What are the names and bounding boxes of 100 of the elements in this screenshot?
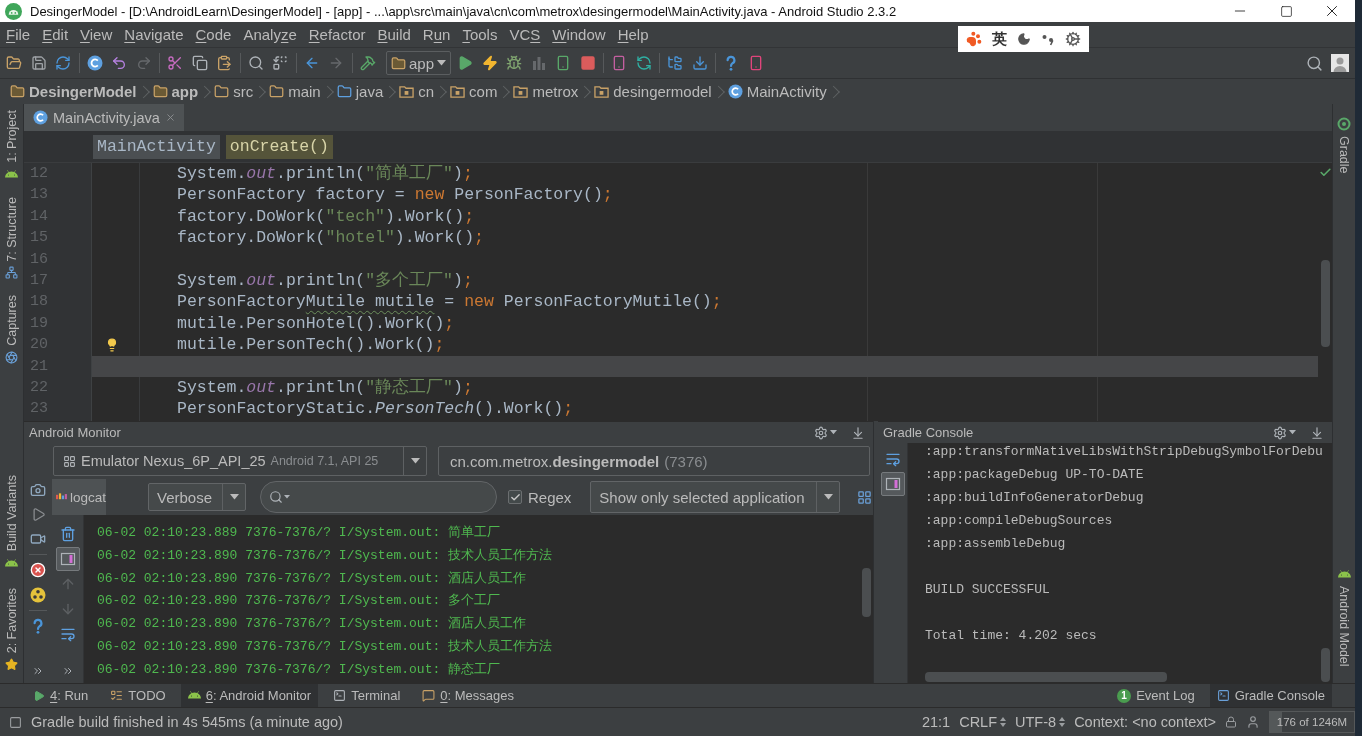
tool-window-button[interactable]: 0: Messages: [415, 684, 521, 707]
gear-icon[interactable]: [814, 425, 828, 440]
lightning-icon[interactable]: [481, 55, 498, 71]
line-separator-selector[interactable]: CRLF: [959, 714, 1007, 730]
menu-item[interactable]: File: [0, 26, 37, 43]
search-icon[interactable]: [1306, 54, 1323, 72]
menu-item[interactable]: Edit: [36, 26, 75, 43]
menu-item[interactable]: Navigate: [118, 26, 190, 43]
tool-window-button[interactable]: Captures: [4, 293, 19, 367]
editor-tab[interactable]: MainActivity.java: [24, 104, 184, 131]
download-icon[interactable]: [691, 55, 708, 71]
tool-window-button[interactable]: Terminal: [326, 684, 408, 707]
scrollbar[interactable]: [862, 568, 871, 617]
run-icon[interactable]: [457, 55, 474, 71]
camera-icon[interactable]: [30, 482, 46, 498]
breadcrumb-item[interactable]: main: [269, 83, 337, 100]
maximize-icon[interactable]: [1279, 4, 1293, 18]
breadcrumb-item[interactable]: com: [450, 83, 514, 100]
lightbulb-icon[interactable]: [105, 337, 119, 352]
tool-window-button[interactable]: 6: Android Monitor: [180, 684, 319, 707]
paw-icon[interactable]: [966, 31, 982, 47]
context-selector[interactable]: Context: <no context>: [1074, 714, 1216, 730]
play-icon[interactable]: [30, 507, 46, 522]
search-icon[interactable]: [247, 55, 264, 71]
undo-icon[interactable]: [111, 55, 128, 71]
tool-window-button[interactable]: TODO: [103, 684, 173, 707]
breadcrumb-item[interactable]: metrox: [513, 83, 595, 100]
menu-item[interactable]: VCS: [503, 26, 547, 43]
settings-icon[interactable]: [1065, 31, 1081, 47]
breadcrumb-item[interactable]: MainActivity: [727, 83, 843, 100]
replace-icon[interactable]: [272, 55, 289, 71]
layout-icon[interactable]: [857, 489, 873, 505]
arrow-down-to-line-icon[interactable]: [851, 425, 865, 440]
breadcrumb-item[interactable]: src: [214, 83, 270, 100]
menu-item[interactable]: Help: [611, 26, 655, 43]
tool-window-button[interactable]: Gradle: [1337, 115, 1351, 176]
more-icon[interactable]: [32, 665, 44, 677]
menu-item[interactable]: View: [74, 26, 119, 43]
breadcrumb-item[interactable]: desingermodel: [594, 83, 728, 100]
tool-window-button[interactable]: Build Variants: [4, 473, 19, 572]
scrollbar[interactable]: [1321, 648, 1330, 682]
class-icon[interactable]: [86, 55, 103, 71]
sync-icon[interactable]: [635, 55, 652, 71]
error-icon[interactable]: [30, 562, 46, 578]
menu-item[interactable]: Run: [416, 26, 457, 43]
log-level-dropdown[interactable]: Verbose: [148, 483, 246, 511]
hammer-icon[interactable]: [359, 55, 376, 71]
video-camera-icon[interactable]: [30, 531, 46, 547]
moon-icon[interactable]: [1017, 32, 1031, 46]
breadcrumb-item[interactable]: app: [152, 83, 215, 100]
person-icon[interactable]: [1246, 715, 1260, 729]
run-config-dropdown[interactable]: app: [386, 51, 452, 75]
encoding-selector[interactable]: UTF-8: [1015, 714, 1066, 730]
gear-icon[interactable]: [1273, 425, 1287, 440]
code-line: PersonFactoryStatic.PersonTech().Work();: [177, 398, 574, 420]
filter-dropdown[interactable]: Show only selected application: [590, 481, 841, 513]
logcat-tab[interactable]: logcat: [52, 479, 106, 515]
arrow-down-to-line-icon[interactable]: [1310, 425, 1324, 440]
memory-indicator[interactable]: 176 of 1246M: [1269, 711, 1355, 733]
tool-window-button[interactable]: 1: Project: [4, 108, 19, 183]
caret-position[interactable]: 21:1: [921, 714, 951, 730]
avatar-icon[interactable]: [1331, 54, 1349, 72]
tool-window-button[interactable]: 1 Event Log: [1110, 684, 1202, 707]
scrollbar[interactable]: [1320, 260, 1330, 347]
menu-item[interactable]: Build: [371, 26, 417, 43]
breadcrumb-item[interactable]: MainActivity: [93, 134, 220, 159]
breadcrumb-item[interactable]: java: [336, 83, 400, 100]
menu-item[interactable]: Window: [546, 26, 612, 43]
process-dropdown[interactable]: cn.com.metrox.desingermodel (7376): [438, 446, 870, 476]
menu-item[interactable]: Code: [189, 26, 238, 43]
tool-window-button[interactable]: 4: Run: [26, 684, 96, 707]
breadcrumb-item[interactable]: onCreate(): [225, 134, 333, 159]
scroll-to-end-button[interactable]: [880, 472, 905, 496]
regex-checkbox[interactable]: [508, 490, 522, 504]
circle-dots-icon[interactable]: [30, 587, 46, 603]
menu-item[interactable]: Analyze: [237, 26, 303, 43]
breadcrumb-item[interactable]: DesingerModel: [10, 83, 153, 100]
menu-item[interactable]: Refactor: [302, 26, 372, 43]
sync-icon[interactable]: [55, 55, 72, 71]
tool-window-button[interactable]: Android Model: [1337, 566, 1351, 669]
tool-window-button[interactable]: 2: Favorites: [4, 585, 19, 673]
device-dropdown[interactable]: Emulator Nexus_6P_API_25 Android 7.1, API 25: [53, 446, 427, 476]
input-mode-label[interactable]: 英: [992, 29, 1007, 49]
open-folder-icon[interactable]: [6, 55, 23, 71]
stop-icon[interactable]: [579, 55, 596, 71]
more-icon[interactable]: [61, 665, 74, 677]
breadcrumb-item[interactable]: cn: [399, 83, 451, 100]
menu-item[interactable]: Tools: [456, 26, 504, 43]
tool-window-button[interactable]: Gradle Console: [1209, 684, 1332, 707]
clipboard-icon[interactable]: [216, 55, 233, 71]
search-field[interactable]: [260, 481, 497, 513]
tool-windows-icon[interactable]: [9, 715, 22, 729]
scrollbar[interactable]: [925, 672, 1167, 682]
bug-icon[interactable]: [506, 55, 523, 71]
copy-icon[interactable]: [191, 55, 208, 71]
tool-window-button[interactable]: 7: Structure: [4, 194, 19, 282]
folder-tree-icon[interactable]: [667, 55, 684, 71]
lock-icon[interactable]: [1225, 716, 1237, 728]
punctuation-icon[interactable]: [1041, 32, 1055, 46]
scissors-icon[interactable]: [167, 55, 184, 71]
